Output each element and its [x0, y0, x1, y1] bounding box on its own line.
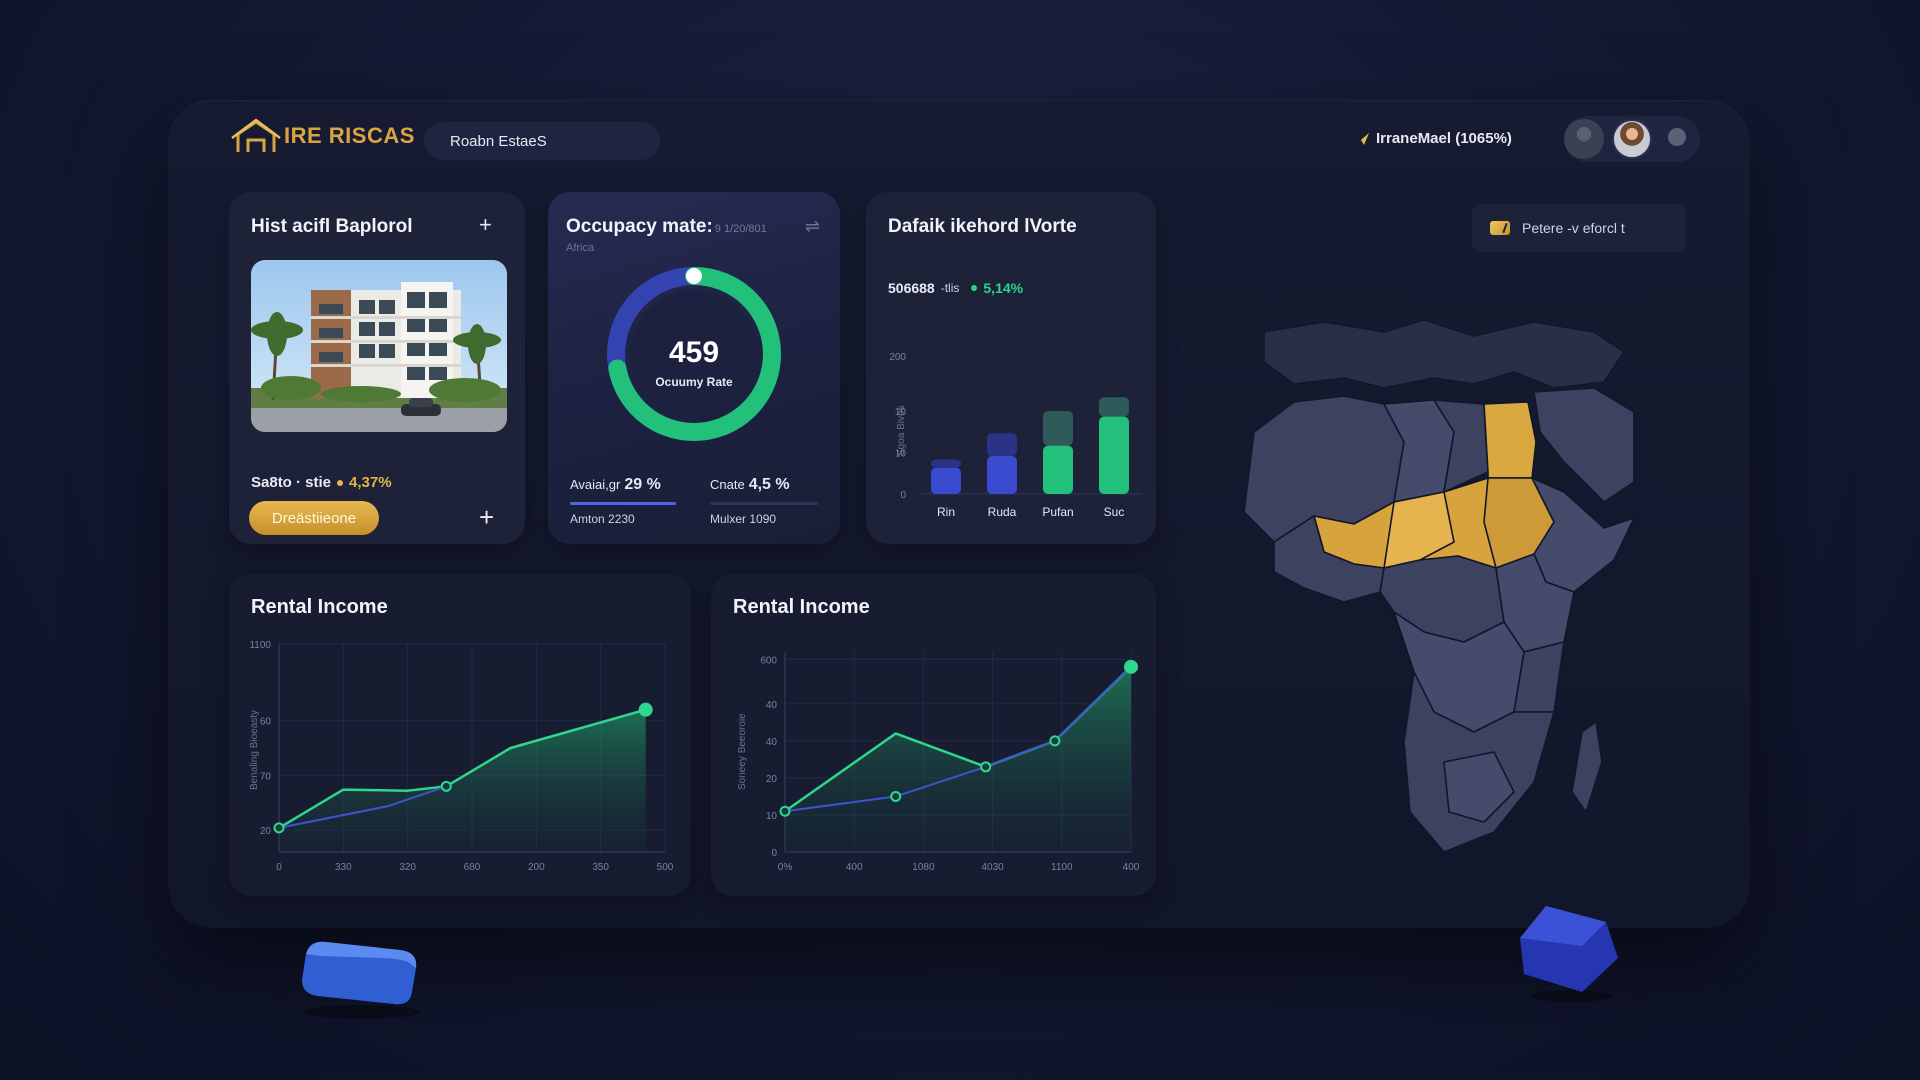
x-tick-label: 4030	[981, 862, 1004, 873]
available-stat: Avaiai,gr 29 %	[570, 476, 661, 493]
occupancy-donut: 459 Ocuumy Rate	[607, 267, 781, 441]
bar-top-segment	[1099, 397, 1129, 417]
create-sub: Mulxer 1090	[710, 512, 777, 526]
rental-income-card-left: Rental Income Benaling Bioeasty 0 330 320 6…	[229, 574, 691, 896]
property-meta: Sa8to · stie 4,37%	[251, 474, 392, 491]
data-point	[440, 780, 452, 792]
bar-chart: 0 10 10 200 Rin Ruda Pufan Suc	[889, 352, 1142, 519]
map-legend[interactable]: Petere -v eforcl t	[1472, 204, 1686, 252]
y-tick-label: 200	[889, 352, 906, 363]
x-tick-label: 1080	[912, 862, 935, 873]
x-tick-label: 350	[592, 862, 609, 873]
y-tick-label: 0	[900, 490, 906, 501]
line-chart-right: 0% 400 1080 4030 1100 400 0 10 20 40 40 600	[760, 652, 1140, 873]
africa-map[interactable]	[1234, 292, 1654, 932]
donut-value: 459	[669, 336, 719, 369]
add-icon[interactable]: +	[479, 504, 494, 530]
occupancy-card: Occupacy mate: 9 1/20/801 Africa ⇌ 459 Oc…	[548, 192, 840, 544]
x-tick-label: 330	[335, 862, 352, 873]
dashboard-panel: IRE RISCAS Roabn EstaeS IrraneMael (1065…	[168, 100, 1750, 928]
avatar[interactable]	[1564, 119, 1604, 159]
decor-cube	[1520, 906, 1618, 1002]
bullet-icon	[337, 479, 344, 486]
donut-handle[interactable]	[686, 268, 702, 284]
create-stat: Cnate 4,5 %	[710, 476, 790, 493]
x-tick-label: Suc	[1104, 505, 1125, 519]
header-stat-text: IrraneMael (1065%)	[1376, 130, 1512, 147]
series-area	[279, 709, 646, 852]
x-tick-label: 500	[657, 862, 674, 873]
y-tick-label: 40	[766, 737, 778, 748]
bar-segment	[1043, 445, 1073, 494]
occupancy-title: Occupacy mate: 9 1/20/801	[566, 216, 767, 237]
available-sub: Amton 2230	[570, 512, 635, 526]
filter-icon[interactable]: ⇌	[805, 216, 820, 237]
donut-label: Ocuumy Rate	[655, 375, 733, 389]
x-tick-label: 320	[399, 862, 416, 873]
header-stat: IrraneMael (1065%)	[1354, 130, 1512, 147]
y-tick-label: 10	[766, 811, 778, 822]
x-tick-label: 0	[276, 862, 282, 873]
x-tick-label: Pufan	[1042, 505, 1073, 519]
y-tick-label: 600	[760, 655, 777, 666]
x-tick-label: 0%	[778, 862, 793, 873]
bar-top-segment	[1043, 411, 1073, 446]
user-avatars	[1564, 116, 1700, 162]
property-card: Hist acifl Baplorol + Sa8to · stie 4,37%…	[229, 192, 525, 544]
property-location: Sa8to · stie	[251, 474, 332, 491]
data-point	[779, 805, 791, 817]
plus-icon[interactable]: +	[479, 214, 492, 236]
y-tick-label: 40	[766, 700, 778, 711]
map-legend-label: Petere -v eforcl t	[1522, 220, 1625, 236]
bar-segment	[987, 456, 1017, 494]
y-tick-label: 60	[260, 717, 272, 728]
data-point	[1049, 735, 1061, 747]
x-tick-label: Ruda	[988, 505, 1017, 519]
data-point	[273, 822, 285, 834]
occupancy-region: Africa	[566, 242, 595, 254]
x-tick-label: 680	[464, 862, 481, 873]
data-point	[890, 790, 902, 802]
search-input[interactable]: Roabn EstaeS	[424, 122, 660, 160]
create-bar	[710, 502, 818, 505]
bar-segment	[1099, 416, 1129, 494]
brand-logo[interactable]: IRE RISCAS	[230, 118, 415, 154]
data-point	[638, 702, 653, 717]
brand-name: IRE RISCAS	[284, 123, 415, 148]
y-tick-label: 10	[895, 449, 907, 460]
data-point	[1124, 659, 1138, 674]
x-tick-label: 400	[1123, 862, 1140, 873]
data-point	[980, 761, 992, 773]
bar-segment	[931, 467, 961, 494]
x-tick-label: 200	[528, 862, 545, 873]
decor-cube	[302, 941, 420, 1019]
x-tick-label: 1100	[1051, 862, 1073, 873]
occupancy-date: 9 1/20/801	[714, 223, 767, 235]
property-photo[interactable]	[251, 260, 507, 432]
y-tick-label: 70	[260, 771, 272, 782]
property-action-button[interactable]: Dreästiieone	[249, 501, 379, 535]
property-title: Hist acifl Baplorol	[251, 216, 413, 237]
bar-top-segment	[987, 433, 1017, 456]
property-growth: 4,37%	[349, 474, 392, 491]
send-icon	[1355, 132, 1369, 145]
status-dot-icon[interactable]	[1668, 128, 1686, 146]
available-bar	[570, 502, 676, 505]
y-tick-label: 20	[260, 826, 272, 837]
line-chart-left: 0 330 320 680 200 350 500 20 70 60 1100	[249, 640, 674, 873]
x-tick-label: Rin	[937, 505, 955, 519]
series-area	[785, 666, 1131, 852]
tag-icon	[1490, 221, 1510, 235]
y-tick-label: 20	[766, 774, 778, 785]
bar-top-segment	[931, 459, 961, 468]
avatar[interactable]	[1612, 119, 1652, 159]
x-tick-label: 400	[846, 862, 863, 873]
y-tick-label: 10	[895, 407, 907, 418]
bar-chart-card: Dafaik ikehord lVorte 506688 -tlis 5,14%…	[866, 192, 1156, 544]
rental-income-card-right: Rental Income Soneey Beeoroie 0% 400 1080 4…	[711, 574, 1156, 896]
y-tick-label: 0	[771, 848, 777, 859]
house-logo-icon	[231, 118, 281, 152]
y-tick-label: 1100	[249, 640, 271, 651]
